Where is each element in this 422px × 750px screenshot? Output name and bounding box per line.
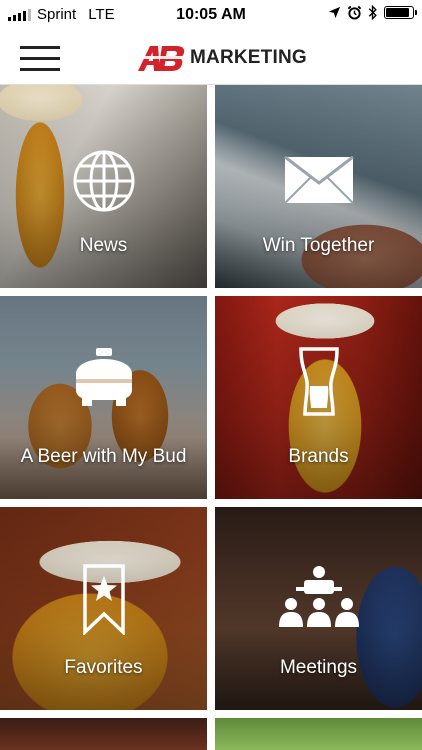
tile-a-beer-with-my-bud-label: A Beer with My Bud (20, 446, 187, 467)
tile-partial-right-background (215, 718, 422, 750)
tile-news-label: News (79, 235, 128, 256)
tile-win-together[interactable]: Win Together (215, 85, 422, 288)
tile-partial-left[interactable] (0, 718, 207, 750)
bluetooth-icon (368, 5, 377, 20)
keg-icon (75, 348, 132, 406)
menu-grid: News Win Together A Beer with My Bud Bra… (0, 85, 422, 750)
tile-meetings-label: Meetings (279, 657, 358, 678)
tile-favorites-label: Favorites (64, 657, 143, 678)
hamburger-menu-icon[interactable] (20, 43, 60, 73)
globe-icon (73, 150, 134, 212)
battery-icon (384, 6, 417, 19)
tile-meetings[interactable]: Meetings (215, 507, 422, 710)
tile-brands-label: Brands (288, 446, 349, 467)
alarm-clock-icon (347, 5, 362, 20)
beer-glass-icon (298, 347, 339, 416)
tile-win-together-label: Win Together (262, 235, 375, 256)
location-arrow-icon (328, 6, 341, 19)
envelope-icon (283, 155, 354, 204)
ab-logo-mark (136, 46, 186, 71)
tile-partial-left-background (0, 718, 207, 750)
presentation-audience-icon (278, 566, 359, 627)
app-header: MARKETING (0, 32, 422, 85)
logo-text: MARKETING (190, 47, 307, 68)
tile-favorites[interactable]: Favorites (0, 507, 207, 710)
app-logo: MARKETING (136, 44, 307, 72)
tile-news[interactable]: News (0, 85, 207, 288)
tile-a-beer-with-my-bud[interactable]: A Beer with My Bud (0, 296, 207, 499)
status-bar: Sprint LTE 10:05 AM (0, 0, 422, 32)
bookmark-star-icon (82, 564, 125, 635)
tile-brands[interactable]: Brands (215, 296, 422, 499)
tile-partial-right[interactable] (215, 718, 422, 750)
